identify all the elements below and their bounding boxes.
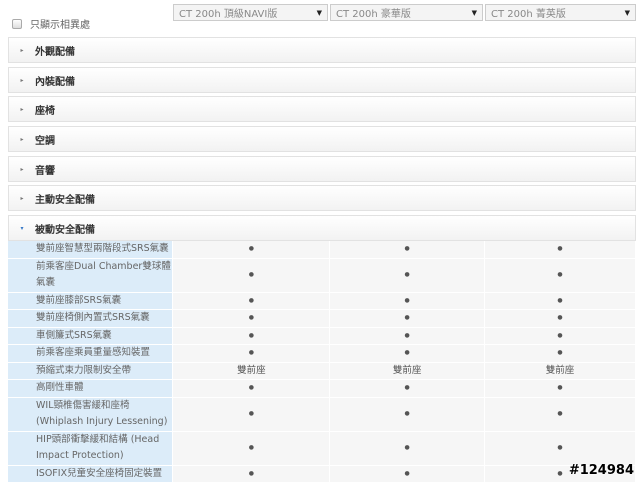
section-header[interactable]: ▸ 座椅 — [8, 96, 636, 122]
chevron-down-icon: ▾ — [20, 224, 24, 232]
table-row: 高剛性車體 ● ● ● — [8, 379, 636, 398]
dropdown-arrow-icon: ▼ — [624, 8, 630, 17]
chevron-right-icon: ▸ — [20, 105, 24, 113]
section-header[interactable]: ▸ 主動安全配備 — [8, 185, 636, 211]
feature-value: ● — [172, 292, 331, 310]
feature-value: 雙前座 — [329, 362, 486, 380]
feature-value: ● — [329, 292, 486, 310]
section-label: 空調 — [35, 135, 55, 147]
feature-value: ● — [484, 309, 636, 328]
feature-label: ISOFIX兒童安全座椅固定裝置 — [8, 465, 174, 483]
feature-value: ● — [484, 344, 636, 363]
chevron-right-icon: ▸ — [20, 135, 24, 143]
feature-label: 高剛性車體 — [8, 379, 174, 398]
feature-value: ● — [329, 397, 486, 432]
chevron-right-icon: ▸ — [20, 165, 24, 173]
feature-value: ● — [329, 327, 486, 345]
section-label: 被動安全配備 — [35, 224, 95, 236]
feature-label: HIP頭部衝擊緩和結構 (Head Impact Protection) — [8, 431, 174, 466]
top-bar: 只顯示相異處 CT 200h 頂級NAVI版 ▼ CT 200h 豪華版 ▼ CT … — [0, 4, 640, 34]
feature-value: ● — [484, 241, 636, 259]
feature-value: ● — [329, 379, 486, 398]
section-label: 座椅 — [35, 105, 55, 117]
show-differences-label: 只顯示相異處 — [30, 20, 90, 31]
feature-label: 雙前座智慧型兩階段式SRS氣囊 — [8, 241, 174, 259]
table-row: ISOFIX兒童安全座椅固定裝置 ● ● ● — [8, 465, 636, 483]
feature-value: ● — [172, 379, 331, 398]
dropdown-arrow-icon: ▼ — [471, 8, 477, 17]
feature-value: ● — [484, 327, 636, 345]
feature-value: ● — [172, 309, 331, 328]
section-header[interactable]: ▸ 外觀配備 — [8, 37, 636, 63]
section-header[interactable]: ▸ 音響 — [8, 156, 636, 182]
feature-value: ● — [329, 309, 486, 328]
feature-value: ● — [484, 379, 636, 398]
table-row: 雙前座膝部SRS氣囊 ● ● ● — [8, 292, 636, 310]
feature-value: ● — [329, 431, 486, 466]
feature-value: 雙前座 — [172, 362, 331, 380]
feature-value: ● — [172, 431, 331, 466]
feature-value: ● — [484, 258, 636, 293]
section-label: 內裝配備 — [35, 76, 75, 88]
feature-label: 前乘客座乘員重量感知裝置 — [8, 344, 174, 363]
feature-label: 前乘客座Dual Chamber雙球體氣囊 — [8, 258, 174, 293]
table-row: 前乘客座乘員重量感知裝置 ● ● ● — [8, 344, 636, 363]
section-label: 主動安全配備 — [35, 194, 95, 206]
table-row: 車側簾式SRS氣囊 ● ● ● — [8, 327, 636, 345]
section-label: 音響 — [35, 165, 55, 177]
feature-label: 車側簾式SRS氣囊 — [8, 327, 174, 345]
chevron-right-icon: ▸ — [20, 46, 24, 54]
feature-value: ● — [484, 431, 636, 466]
feature-value: ● — [329, 258, 486, 293]
spec-table: 雙前座智慧型兩階段式SRS氣囊 ● ● ● 前乘客座Dual Chamber雙球體氣囊 ●… — [8, 241, 636, 483]
model-select-value: CT 200h 菁英版 — [491, 9, 566, 20]
checkbox-box[interactable] — [12, 18, 22, 29]
feature-label: 雙前座椅側內置式SRS氣囊 — [8, 309, 174, 328]
section-label: 外觀配備 — [35, 46, 75, 58]
section-header[interactable]: ▸ 內裝配備 — [8, 67, 636, 93]
table-row: 預縮式束力限制安全帶 雙前座 雙前座 雙前座 — [8, 362, 636, 380]
model-select-value: CT 200h 頂級NAVI版 — [179, 9, 278, 20]
model-select-1[interactable]: CT 200h 頂級NAVI版 ▼ — [173, 4, 328, 21]
feature-value: ● — [329, 344, 486, 363]
feature-value: ● — [484, 292, 636, 310]
feature-label: 預縮式束力限制安全帶 — [8, 362, 174, 380]
table-row: 前乘客座Dual Chamber雙球體氣囊 ● ● ● — [8, 258, 636, 293]
watermark: #124984 — [568, 463, 634, 478]
feature-value: 雙前座 — [484, 362, 636, 380]
feature-label: 雙前座膝部SRS氣囊 — [8, 292, 174, 310]
show-differences-checkbox[interactable]: 只顯示相異處 — [12, 16, 90, 31]
chevron-right-icon: ▸ — [20, 194, 24, 202]
feature-value: ● — [172, 241, 331, 259]
table-row: 雙前座椅側內置式SRS氣囊 ● ● ● — [8, 309, 636, 328]
feature-value: ● — [172, 258, 331, 293]
feature-label: WIL頸椎傷害緩和座椅 (Whiplash Injury Lessening) — [8, 397, 174, 432]
feature-value: ● — [484, 397, 636, 432]
model-select-2[interactable]: CT 200h 豪華版 ▼ — [330, 4, 483, 21]
feature-value: ● — [172, 327, 331, 345]
feature-value: ● — [172, 397, 331, 432]
feature-value: ● — [329, 465, 486, 483]
table-row: 雙前座智慧型兩階段式SRS氣囊 ● ● ● — [8, 241, 636, 259]
section-header[interactable]: ▸ 空調 — [8, 126, 636, 152]
chevron-right-icon: ▸ — [20, 76, 24, 84]
section-header[interactable]: ▾ 被動安全配備 — [8, 215, 636, 241]
model-select-3[interactable]: CT 200h 菁英版 ▼ — [485, 4, 636, 21]
feature-value: ● — [172, 465, 331, 483]
table-row: WIL頸椎傷害緩和座椅 (Whiplash Injury Lessening) ●… — [8, 397, 636, 432]
feature-value: ● — [172, 344, 331, 363]
model-select-value: CT 200h 豪華版 — [336, 9, 411, 20]
dropdown-arrow-icon: ▼ — [316, 8, 322, 17]
feature-value: ● — [329, 241, 486, 259]
table-row: HIP頭部衝擊緩和結構 (Head Impact Protection) ● ● ● — [8, 431, 636, 466]
